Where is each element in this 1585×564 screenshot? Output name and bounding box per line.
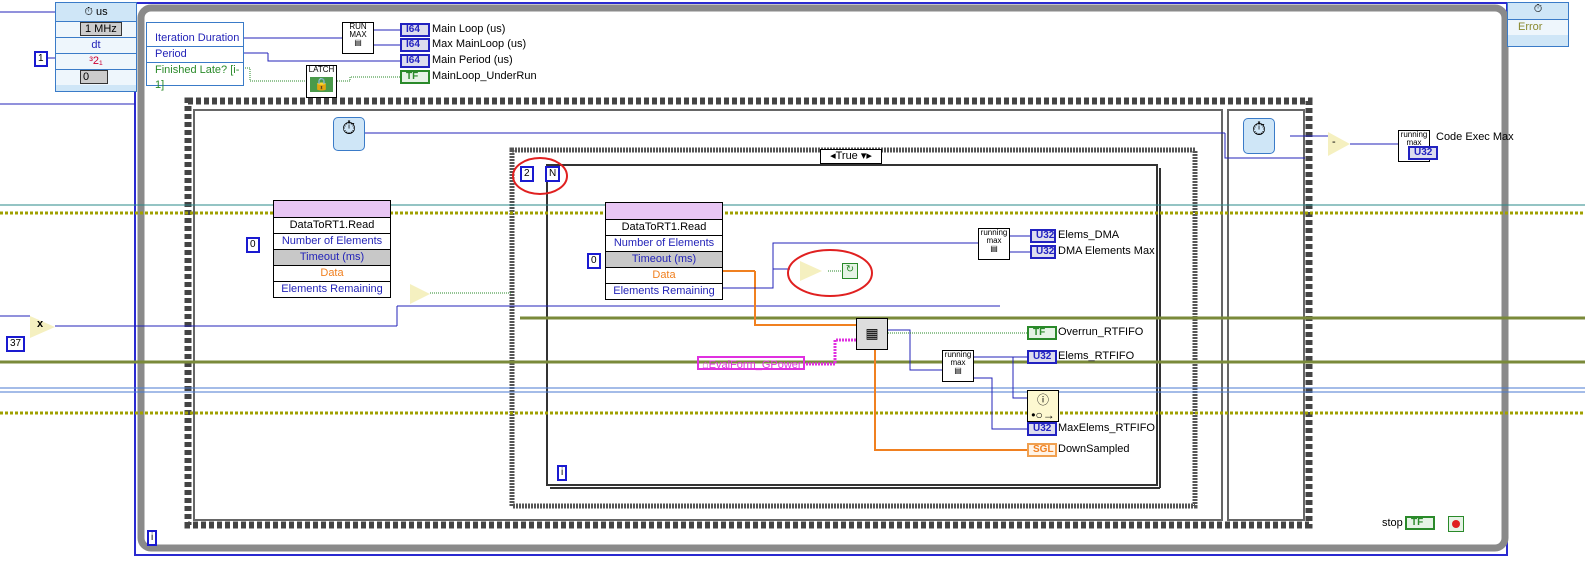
error-output[interactable]: Error: [1508, 19, 1568, 35]
running-max-node[interactable]: running max▤: [942, 350, 974, 382]
timed-loop-input-node[interactable]: ⏱ us 1 MHz dt ³2₁ 0: [55, 2, 137, 92]
running-max-label: running max: [944, 350, 972, 367]
iteration-duration-output[interactable]: Iteration Duration: [147, 31, 243, 47]
unit-label: us: [96, 6, 108, 18]
period-output[interactable]: Period: [147, 47, 243, 63]
max-mainloop-indicator[interactable]: I64: [400, 38, 430, 52]
loop-condition-icon[interactable]: ↻: [842, 263, 858, 279]
dt-constant[interactable]: 1: [34, 51, 48, 67]
case-selector-value: True: [835, 150, 858, 162]
code-exec-max-indicator[interactable]: U32: [1408, 146, 1438, 160]
stop-label: stop: [1382, 517, 1403, 529]
mainloop-underrun-label: MainLoop_UnderRun: [432, 70, 537, 82]
tick-count-icon[interactable]: ⏱: [1243, 118, 1275, 154]
clock-icon: ⏱ us: [84, 6, 108, 18]
multiply-op: x: [37, 318, 44, 330]
running-max-label: running max: [980, 228, 1008, 245]
formula-node-icon[interactable]: ▦: [856, 318, 888, 350]
global-variable-label: EvalForm_GPower: [708, 359, 802, 371]
greater-or-equal-icon[interactable]: [800, 261, 822, 281]
fifo-title: DataToRT1.Read: [274, 217, 390, 233]
elems-dma-indicator[interactable]: U32: [1030, 229, 1056, 243]
global-variable[interactable]: ⌂EvalForm_GPower: [697, 356, 805, 371]
finished-late-output[interactable]: Finished Late? [i-1]: [147, 63, 243, 91]
sequence-frame-1: [193, 109, 1223, 521]
timeout-ms[interactable]: Timeout (ms): [274, 249, 390, 265]
running-max-node[interactable]: running max▤: [978, 228, 1010, 260]
fifo-header: [274, 201, 390, 217]
main-loop-indicator[interactable]: I64: [400, 23, 430, 37]
maxelems-rtfifo-label: MaxElems_RTFIFO: [1058, 422, 1155, 434]
case-selector[interactable]: ◂True ▾▸: [820, 149, 882, 164]
timed-loop-output-node[interactable]: ⏱ Error: [1507, 2, 1569, 47]
wait-ms-icon[interactable]: N: [545, 166, 561, 182]
priority-input: ³2₁: [56, 53, 136, 69]
overrun-rtfifo-indicator[interactable]: TF: [1027, 326, 1057, 340]
greater-or-equal-icon[interactable]: [410, 284, 430, 304]
elements-remaining[interactable]: Elements Remaining: [606, 283, 722, 299]
elems-rtfifo-label: Elems_RTFIFO: [1058, 350, 1135, 362]
number-of-elements[interactable]: Number of Elements: [274, 233, 390, 249]
wait-constant[interactable]: 2: [520, 166, 534, 182]
running-max-label: running max: [1400, 130, 1428, 147]
maxelems-rtfifo-indicator[interactable]: U32: [1027, 422, 1057, 436]
timeout-constant[interactable]: 0: [587, 253, 601, 269]
processor-input: 0: [80, 70, 109, 84]
elems-rtfifo-indicator[interactable]: U32: [1027, 350, 1057, 364]
fifo-read-inner[interactable]: DataToRT1.Read Number of Elements Timeou…: [605, 202, 723, 300]
clock-source: 1 MHz: [80, 22, 122, 36]
while-iteration-terminal: i: [557, 465, 568, 481]
error-cluster-icon[interactable]: ⓘ •○→: [1027, 390, 1059, 422]
mainloop-underrun-indicator[interactable]: TF: [400, 70, 430, 84]
main-period-indicator[interactable]: I64: [400, 54, 430, 68]
fifo-header: [606, 203, 722, 219]
data-output[interactable]: Data: [606, 267, 722, 283]
elements-remaining[interactable]: Elements Remaining: [274, 281, 390, 297]
constant-37[interactable]: 37: [6, 336, 26, 352]
latch-node[interactable]: LATCH 🔒: [306, 65, 337, 98]
latch-label: LATCH: [308, 65, 335, 74]
downsampled-label: DownSampled: [1058, 443, 1130, 455]
overrun-rtfifo-label: Overrun_RTFIFO: [1058, 326, 1144, 338]
number-of-elements[interactable]: Number of Elements: [606, 235, 722, 251]
clock-icon: ⏱: [1533, 3, 1543, 15]
timeout-constant[interactable]: 0: [246, 237, 260, 253]
dma-elements-max-indicator[interactable]: U32: [1030, 245, 1056, 259]
timeout-ms[interactable]: Timeout (ms): [606, 251, 722, 267]
main-period-label: Main Period (us): [432, 54, 513, 66]
stop-indicator[interactable]: TF: [1405, 516, 1435, 530]
stop-condition-icon[interactable]: [1448, 516, 1464, 532]
block-diagram: ⏱ us 1 MHz dt ³2₁ 0 1 Iteration Duration…: [0, 0, 1585, 564]
code-exec-max-label: Code Exec Max: [1436, 131, 1514, 143]
fifo-title: DataToRT1.Read: [606, 219, 722, 235]
downsampled-indicator[interactable]: SGL: [1027, 443, 1057, 457]
dt-input: dt: [56, 37, 136, 53]
lock-icon: 🔒: [310, 77, 333, 92]
run-max-label: RUN MAX: [349, 22, 367, 39]
tick-count-icon[interactable]: ⏱: [333, 117, 365, 151]
run-max-node[interactable]: RUN MAX ▤: [342, 22, 374, 54]
data-output[interactable]: Data: [274, 265, 390, 281]
main-loop-label: Main Loop (us): [432, 23, 506, 35]
timed-loop-iteration-terminal: i: [147, 530, 158, 546]
subtract-op: -: [1332, 136, 1336, 148]
timed-loop-left-node[interactable]: Iteration Duration Period Finished Late?…: [146, 22, 244, 91]
fifo-read-outer[interactable]: DataToRT1.Read Number of Elements Timeou…: [273, 200, 391, 298]
dma-elements-max-label: DMA Elements Max: [1058, 245, 1155, 257]
sequence-frame-2: [1227, 109, 1305, 521]
elems-dma-label: Elems_DMA: [1058, 229, 1120, 241]
max-mainloop-label: Max MainLoop (us): [432, 38, 527, 50]
